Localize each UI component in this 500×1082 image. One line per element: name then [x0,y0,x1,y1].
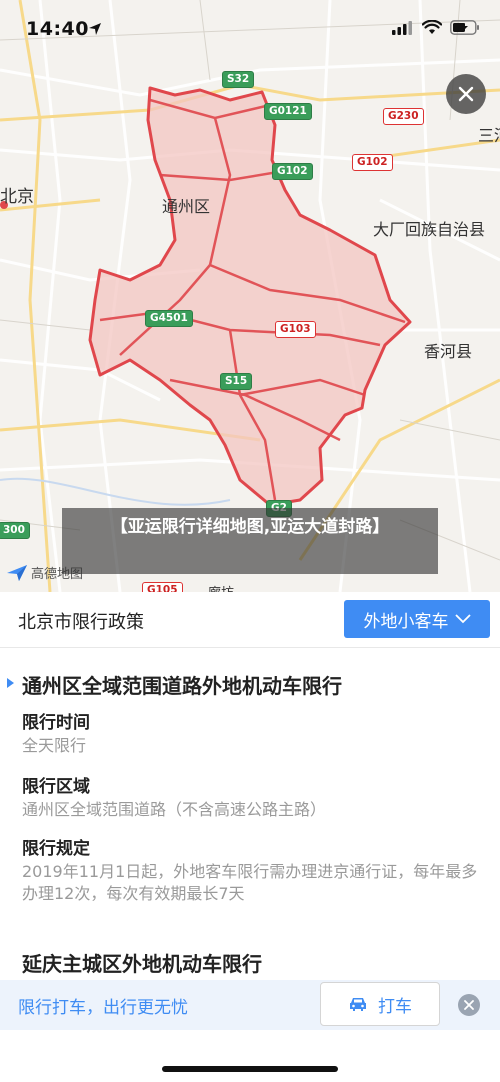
restriction-area-value: 通州区全域范围道路（不含高速公路主路） [22,800,327,819]
amap-logo-icon [7,564,27,581]
image-caption: 【亚运限行详细地图,亚运大道封路】 [62,508,438,574]
restriction-rule-value: 2019年11月1日起，外地客车限行需办理进京通行证，每年最多办理12次，每次有… [22,862,478,903]
road-shield-s32: S32 [222,71,255,88]
map-close-button[interactable] [446,74,486,114]
map-label-bottom: 廊坊 [208,582,234,592]
close-icon [458,86,474,102]
map-label-xianghe: 香河县 [424,342,473,361]
chevron-down-icon [454,614,471,624]
status-time: 14:40 [26,18,89,40]
wifi-icon [422,20,442,34]
panel-header: 北京市限行政策 外地小客车 [0,592,500,648]
promo-close-button[interactable] [458,994,480,1016]
restriction-time-label: 限行时间 [22,713,90,733]
restriction-rule-label: 限行规定 [22,839,90,859]
map-view[interactable]: 通州区 北京 大厂回族自治县 香河县 三河 廊坊 S32 G0121 G230 … [0,0,500,592]
map-label-sanhe: 三河 [478,126,500,145]
section-title-yanqing: 延庆主城区外地机动车限行 [22,952,262,976]
taxi-button[interactable]: 打车 [320,982,440,1026]
section-title-tongzhou: 通州区全域范围道路外地机动车限行 [22,674,342,698]
vehicle-type-label: 外地小客车 [363,611,449,632]
map-label-beijing: 北京 [0,187,34,207]
vehicle-type-dropdown[interactable]: 外地小客车 [344,600,490,638]
status-bar: 14:40 [0,0,500,60]
restriction-area-label: 限行区域 [22,777,90,797]
tongzhou-region [88,86,412,507]
map-canvas [0,0,500,592]
close-icon [464,1000,474,1010]
battery-charging-icon [450,20,479,35]
road-shield-s15: S15 [220,373,253,390]
road-shield-g0121: G0121 [264,103,312,120]
restriction-time-value: 全天限行 [22,736,87,755]
map-label-tongzhou: 通州区 [162,197,211,216]
road-shield-g103: G103 [275,321,316,338]
road-shield-g230: G230 [383,108,424,125]
promo-text: 限行打车，出行更无忧 [18,998,188,1018]
map-label-dachang: 大厂回族自治县 [373,220,486,239]
road-shield-g102: G102 [272,163,313,180]
cellular-signal-icon [392,20,412,35]
car-icon [350,998,366,1011]
taxi-promo-bar: 限行打车，出行更无忧 打车 [0,980,500,1030]
taxi-button-label: 打车 [378,996,412,1017]
section-marker-icon [7,678,14,688]
road-shield-300: 300 [0,522,30,539]
panel-title: 北京市限行政策 [18,612,144,633]
road-shield-g4501: G4501 [145,310,193,327]
location-arrow-icon [89,23,101,35]
home-indicator[interactable] [162,1066,338,1072]
road-shield-g102-red: G102 [352,154,393,171]
road-shield-g105: G105 [142,582,183,592]
